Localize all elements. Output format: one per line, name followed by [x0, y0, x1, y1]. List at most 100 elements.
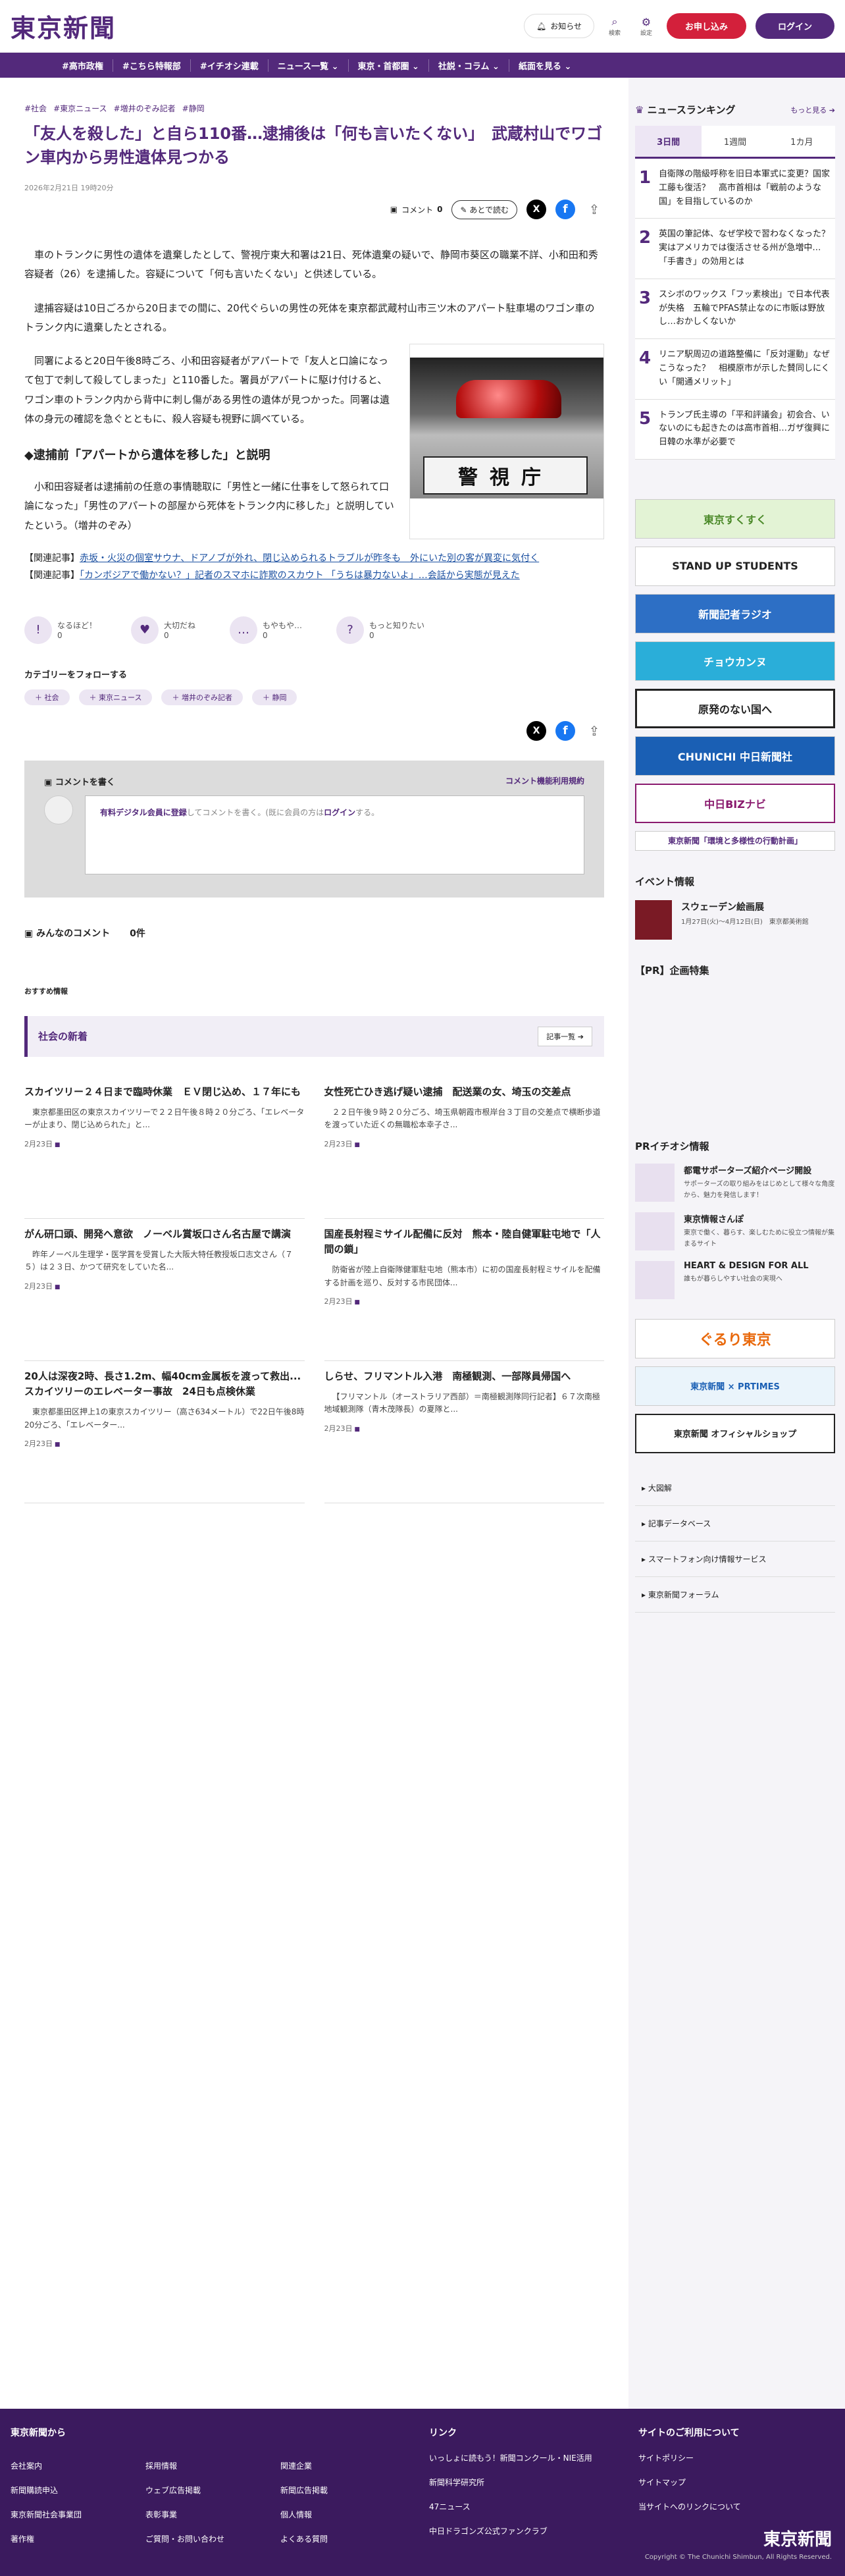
- sidebar-link-label: 大図解: [648, 1483, 672, 1493]
- share-icon[interactable]: ⇪: [584, 721, 604, 741]
- banner-radio[interactable]: 新聞記者ラジオ: [635, 593, 835, 633]
- ranking-item[interactable]: 4 リニア駅周辺の道路整備に「反対運動」なぜこうなった？ 相模原市が示した賛同しに…: [635, 339, 835, 400]
- tag-link[interactable]: #増井のぞみ記者: [114, 103, 176, 114]
- reaction-naruhodo[interactable]: ! なるほど！ 0: [24, 616, 97, 644]
- nav-item[interactable]: #こちら特報部: [113, 59, 191, 72]
- comment-input[interactable]: 有料デジタル会員に登録してコメントを書く。(既に会員の方はログインする。: [85, 795, 584, 874]
- footer-link[interactable]: 会社案内: [11, 2460, 145, 2471]
- tab-3days[interactable]: 3日間: [635, 126, 702, 157]
- sidebar-link[interactable]: ▸ 東京新聞フォーラム: [635, 1577, 835, 1613]
- facebook-share-icon[interactable]: f: [555, 720, 575, 741]
- ranking-item[interactable]: 5 トランプ氏主導の「平和評議会」初会合、いないのにも起きたのは高市首相…ガザ復興…: [635, 399, 835, 460]
- site-logo[interactable]: 東京新聞: [11, 8, 116, 44]
- follow-chip[interactable]: ＋ 増井のぞみ記者: [161, 689, 243, 705]
- pr-item-title: 東京情報さんぽ: [684, 1214, 744, 1225]
- register-link[interactable]: 有料デジタル会員に登録: [100, 808, 187, 817]
- footer-link[interactable]: 新聞購読申込: [11, 2484, 145, 2496]
- footer-link[interactable]: サイトポリシー: [638, 2452, 741, 2463]
- banner-prtimes[interactable]: 東京新聞 × PRTIMES: [635, 1366, 835, 1406]
- footer-link[interactable]: 著作権: [11, 2533, 145, 2544]
- event-item[interactable]: スウェーデン絵画展 1月27日(火)〜4月12日(日) 東京都美術館: [635, 899, 835, 940]
- news-card[interactable]: しらせ、フリマントル入港 南極観測、一部隊員帰国へ 【フリマントル（オーストラリア…: [324, 1361, 604, 1503]
- tab-1month[interactable]: 1カ月: [769, 126, 835, 157]
- banner-chunichi[interactable]: CHUNICHI 中日新聞社: [635, 736, 835, 776]
- footer-link[interactable]: 中日ドラゴンズ公式ファンクラブ: [429, 2525, 592, 2536]
- comment-count-link[interactable]: ▣ コメント 0: [390, 204, 443, 215]
- ranking-item[interactable]: 1 自衛隊の階級呼称を旧日本軍式に変更？国家工藤も復活？ 高市首相は「戦前のような…: [635, 159, 835, 219]
- tag-link[interactable]: #社会: [24, 103, 47, 114]
- reaction-moyamoya[interactable]: … もやもや… 0: [230, 616, 302, 644]
- banner-gururi[interactable]: ぐるり東京: [635, 1318, 835, 1358]
- footer-link[interactable]: 表彰事業: [145, 2509, 280, 2520]
- news-card[interactable]: 国産長射程ミサイル配備に反対 熊本・陸自健軍駐屯地で「人間の鎖」 防衛省が陸上自衛…: [324, 1219, 604, 1361]
- ranking-item[interactable]: 2 英国の筆記体、なぜ学校で習わなくなった？ 実はアメリカでは復活させる州が急増中…: [635, 219, 838, 279]
- reaction-taisetsu[interactable]: ♥ 大切だね 0: [131, 616, 195, 644]
- settings-button[interactable]: ⚙ 設定: [635, 16, 657, 37]
- footer-link[interactable]: いっしょに読もう！新聞コンクール・NIE活用: [429, 2452, 592, 2463]
- related-link[interactable]: 赤坂・火災の個室サウナ、ドアノブが外れ、閉じ込められるトラブルが昨冬も 外にいた…: [80, 553, 539, 564]
- banner-sukusuku[interactable]: 東京すくすく: [635, 498, 835, 539]
- banner-choukanyu[interactable]: チョウカンヌ: [635, 641, 835, 681]
- follow-chip[interactable]: ＋ 社会: [24, 689, 70, 705]
- footer-link[interactable]: サイトマップ: [638, 2477, 741, 2488]
- reaction-motto[interactable]: ? もっと知りたい 0: [336, 616, 424, 644]
- footer-link[interactable]: 当サイトへのリンクについて: [638, 2501, 741, 2512]
- share-icon[interactable]: ⇪: [584, 200, 604, 219]
- footer-link[interactable]: 採用情報: [145, 2460, 280, 2471]
- news-card[interactable]: 女性死亡ひき逃げ疑い逮捕 配送業の女、埼玉の交差点 ２２日午後９時２０分ごろ、埼玉…: [324, 1077, 604, 1219]
- nav-item[interactable]: #イチオシ連載: [191, 59, 269, 72]
- login-button[interactable]: ログイン: [755, 13, 834, 39]
- follow-chip[interactable]: ＋ 静岡: [251, 689, 297, 705]
- follow-chip[interactable]: ＋ 東京ニュース: [78, 689, 153, 705]
- banner-standup[interactable]: STAND UP STUDENTS: [635, 546, 835, 586]
- news-card-summary: 東京都墨田区の東京スカイツリーで２２日午後８時２０分ごろ、「エレベーターが止まり…: [24, 1108, 305, 1130]
- nav-item[interactable]: 紙面を見る ⌄: [509, 59, 580, 72]
- pr-item[interactable]: HEART & DESIGN FOR ALL 誰もが暮らしやすい社会の実現へ: [635, 1260, 835, 1299]
- banner-genpatsu[interactable]: 原発のない国へ: [635, 688, 835, 728]
- comment-policy-link[interactable]: コメント機能利用規約: [505, 775, 584, 788]
- reaction-count: 0: [164, 631, 169, 641]
- news-card[interactable]: スカイツリー２４日まで臨時休業 ＥＶ閉じ込め、１７年にも 東京都墨田区の東京スカイ…: [24, 1077, 305, 1219]
- footer-logo[interactable]: 東京新聞: [763, 2526, 832, 2550]
- footer-link[interactable]: 新聞科学研究所: [429, 2477, 592, 2488]
- sidebar-link[interactable]: ▸ 記事データベース: [635, 1506, 835, 1542]
- pr-item[interactable]: 東京情報さんぽ 東京で働く、暮らす、楽しむために役立つ情報が集まるサイト: [635, 1212, 835, 1250]
- sidebar-link[interactable]: ▸ スマートフォン向け情報サービス: [635, 1542, 835, 1577]
- tag-link[interactable]: #静岡: [182, 103, 205, 114]
- news-card[interactable]: 20人は深夜2時、長さ1.2m、幅40cm金属板を渡って救出...スカイツリーの…: [24, 1361, 305, 1503]
- x-share-icon[interactable]: X: [526, 200, 546, 219]
- login-link[interactable]: ログイン: [324, 808, 355, 817]
- chevron-right-icon: ▸: [642, 1483, 648, 1493]
- footer-link[interactable]: 新聞広告掲載: [280, 2484, 415, 2496]
- subscribe-button[interactable]: お申し込み: [666, 13, 746, 39]
- pr-item[interactable]: 都電サポーターズ紹介ページ開設 サポーターズの取り組みをはじめとして様々な角度から…: [635, 1163, 835, 1202]
- tag-link[interactable]: #東京ニュース: [53, 103, 107, 114]
- footer-link[interactable]: 関連企業: [280, 2460, 415, 2471]
- ranking-more-link[interactable]: もっと見る ➔: [790, 105, 835, 115]
- footer-link[interactable]: よくある質問: [280, 2533, 415, 2544]
- tab-1week[interactable]: 1週間: [702, 126, 768, 157]
- news-card[interactable]: がん研口頭、開発へ意欲 ノーベル賞坂口さん名古屋で講演 昨年ノーベル生理学・医学賞…: [24, 1219, 305, 1361]
- footer-link[interactable]: 個人情報: [280, 2509, 415, 2520]
- banner-shop[interactable]: 東京新聞 オフィシャルショップ: [635, 1413, 835, 1453]
- nav-item[interactable]: 東京・首都圏 ⌄: [349, 59, 429, 72]
- nav-item[interactable]: #高市政権: [53, 59, 113, 72]
- ranking-item[interactable]: 3 スシボのワックス「フッ素検出」で日本代表が失格 五輪でPFAS禁止なのに市販は…: [635, 279, 835, 340]
- related-link[interactable]: 「カンボジアで働かない？」記者のスマホに詐欺のスカウト 「うちは暴力ないよ」…会…: [80, 570, 520, 581]
- search-button[interactable]: ⌕ 検索: [603, 15, 626, 37]
- banner-action-plan[interactable]: 東京新聞「環境と多様性の行動計画」: [635, 830, 835, 851]
- footer-link[interactable]: 東京新聞社会事業団: [11, 2509, 145, 2520]
- footer-link[interactable]: ウェブ広告掲載: [145, 2484, 280, 2496]
- read-later-button[interactable]: ✎ あとで読む: [451, 200, 517, 219]
- footer-link[interactable]: 47ニュース: [429, 2501, 592, 2512]
- x-share-icon[interactable]: X: [526, 720, 546, 741]
- facebook-share-icon[interactable]: f: [555, 200, 575, 219]
- article-list-button[interactable]: 記事一覧 ➔: [538, 1026, 592, 1046]
- nav-item[interactable]: 社説・コラム ⌄: [429, 59, 509, 72]
- news-card-date: 2月23日: [24, 1438, 305, 1449]
- nav-item[interactable]: ニュース一覧 ⌄: [269, 59, 349, 72]
- banner-biznavi[interactable]: 中日BIZナビ: [635, 783, 835, 823]
- sidebar-link[interactable]: ▸ 大図解: [635, 1470, 835, 1506]
- notice-button[interactable]: 🔔︎ お知らせ: [523, 14, 594, 38]
- footer-link[interactable]: ご質問・お問い合わせ: [145, 2533, 280, 2544]
